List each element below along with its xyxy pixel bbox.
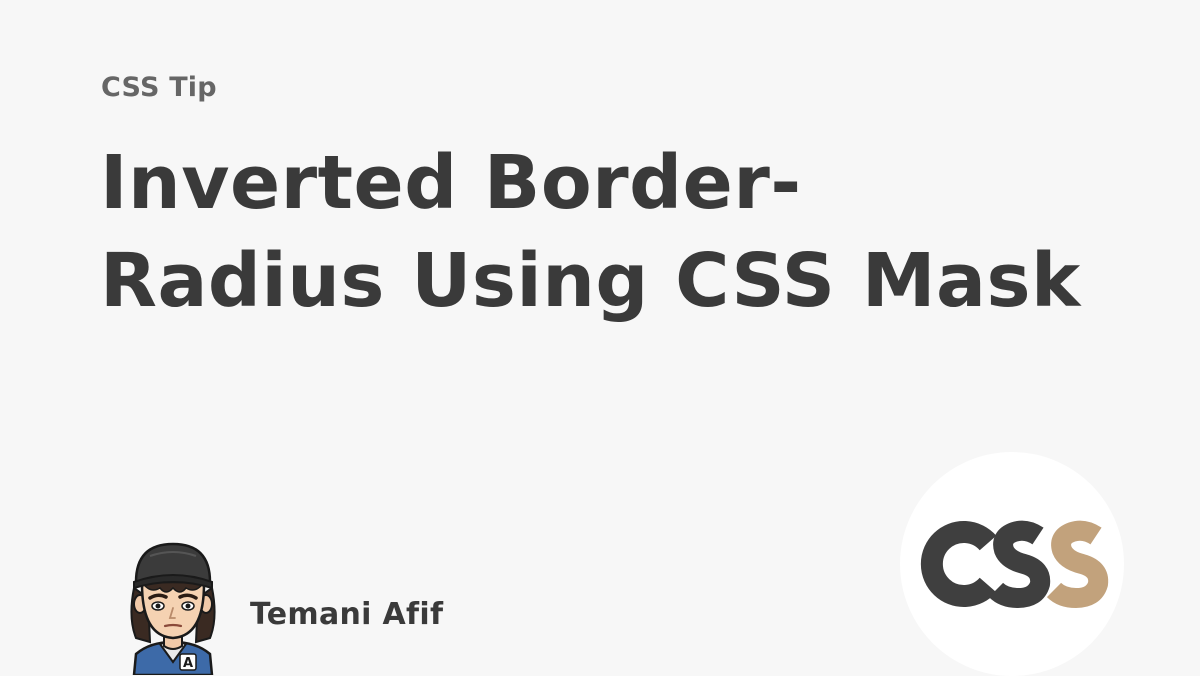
page-title: Inverted Border- Radius Using CSS Mask: [100, 134, 1120, 330]
css-logo-badge: [900, 452, 1124, 676]
cartoon-avatar-icon: A: [130, 542, 216, 675]
title-line-2: Radius Using CSS Mask: [100, 238, 1081, 324]
css-logo-icon: [920, 520, 1109, 608]
author-name: Temani Afif: [250, 597, 444, 632]
title-line-1: Inverted Border-: [100, 140, 802, 226]
avatar-badge-letter: A: [183, 656, 193, 671]
eyebrow-label: CSS Tip: [101, 72, 217, 103]
